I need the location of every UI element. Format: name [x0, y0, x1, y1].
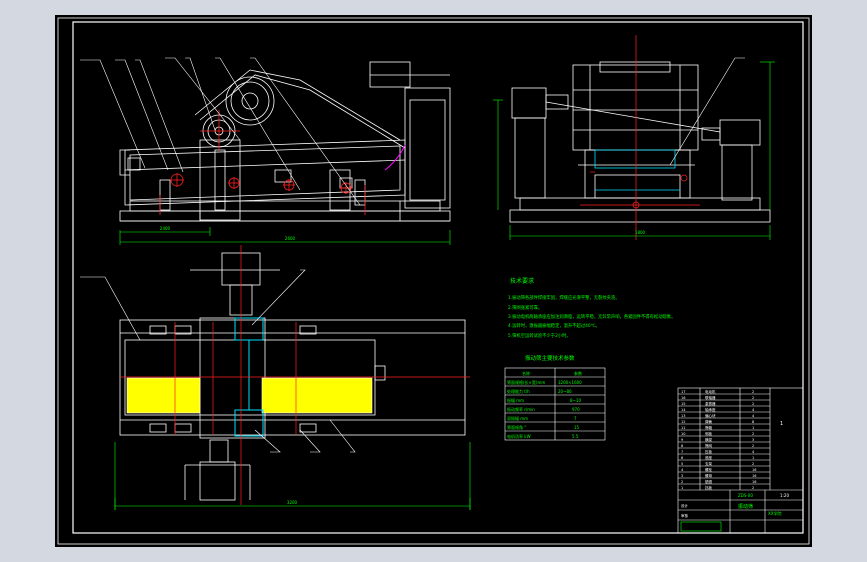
bom-qty: 2: [752, 462, 754, 466]
params-cell: 筛面规格(长×宽)mm: [507, 379, 545, 385]
bom-qty: 2: [752, 402, 754, 406]
front-view-base-dimension: 2400: [160, 226, 171, 231]
bom-no: 12: [681, 420, 685, 424]
bom-name: 弹簧: [705, 419, 713, 424]
bom-name: 联轴器: [705, 395, 716, 400]
params-cell: 双振幅 mm: [507, 415, 528, 421]
notes-item: 4.运转时，激振器振幅稳定，温升不超过40℃。: [508, 322, 600, 329]
bom-qty: 16: [752, 474, 756, 478]
params-cell: 8~10: [570, 398, 581, 403]
front-view-overall-dimension: 2600: [285, 236, 296, 241]
bom-qty: 2: [752, 486, 754, 490]
bom-name: 轴承座: [705, 407, 716, 412]
title-block-school: XX学院: [768, 510, 781, 516]
title-block-sheet-no: 1: [780, 421, 783, 427]
drawing-canvas[interactable]: 2600 2400 1800 3200 技术要求 1.振动筛各部件焊接牢固，焊缝…: [0, 0, 867, 562]
bom-qty: 1: [752, 426, 754, 430]
bom-name: 底座: [705, 455, 713, 460]
bom-name: 侧板: [705, 431, 713, 436]
params-cell: 5.5: [572, 434, 579, 439]
bom-no: 2: [681, 480, 683, 484]
cad-viewport[interactable]: 2600 2400 1800 3200 技术要求 1.振动筛各部件焊接牢固，焊缝…: [0, 0, 867, 562]
title-block-check-label: 审核: [681, 513, 689, 518]
notes-item: 3.振动电机两轴承座应加注润滑脂，运转平稳，无异常声响，各紧固件不得有松动现象。: [508, 313, 675, 320]
bom-name: 挡板: [705, 485, 713, 490]
title-block-scale: 1:20: [780, 493, 789, 498]
bom-name: 垫圈: [705, 479, 713, 484]
bom-qty: 2: [752, 390, 754, 394]
bom-no: 13: [681, 414, 685, 418]
params-cell: 筛面倾角 °: [507, 424, 526, 430]
notes-item: 5.筛机空运转试验不少于2小时。: [508, 332, 571, 339]
params-cell: 电机功率 kW: [507, 433, 531, 439]
params-cell: 970: [572, 407, 580, 412]
bom-no: 11: [681, 426, 685, 430]
bom-no: 6: [681, 456, 683, 460]
bom-name: 螺栓: [705, 467, 713, 472]
bom-no: 8: [681, 444, 683, 448]
bom-name: 横梁: [705, 437, 713, 442]
params-header-name: 名称: [522, 370, 530, 376]
title-block-drawing-no: ZDS-00: [738, 493, 753, 498]
bom-qty: 3: [752, 438, 754, 442]
params-table-title: 振动筛主要技术参数: [525, 354, 575, 362]
bom-no: 15: [681, 402, 685, 406]
bom-qty: 2: [752, 432, 754, 436]
bom-no: 16: [681, 396, 685, 400]
top-view-length-dimension: 3200: [287, 500, 298, 505]
bom-name: 支架: [705, 461, 713, 466]
notes-title: 技术要求: [510, 277, 534, 285]
title-block-drawing-name: 振动筛: [738, 503, 753, 510]
bom-qty: 16: [752, 468, 756, 472]
bom-no: 9: [681, 438, 683, 442]
bom-no: 14: [681, 408, 686, 412]
bom-no: 5: [681, 462, 683, 466]
bom-name: 筛网: [705, 443, 713, 448]
params-cell: 3200×1600: [558, 380, 582, 385]
bom-name: 电动机: [705, 389, 716, 394]
bom-no: 10: [681, 432, 685, 436]
bom-name: 压板: [705, 449, 713, 454]
params-cell: 处理能力 t/h: [507, 388, 530, 394]
bom-no: 17: [681, 390, 685, 394]
bom-name: 激振器: [705, 401, 716, 406]
side-view-width-dimension: 1800: [635, 230, 646, 235]
drawing-sheet: [55, 15, 812, 547]
bom-no: 3: [681, 474, 683, 478]
bom-name: 偏心块: [705, 413, 716, 418]
bom-name: 筛箱: [705, 425, 713, 430]
params-cell: 振动频率 r/min: [507, 406, 535, 412]
bom-no: 1: [681, 486, 683, 490]
bom-qty: 2: [752, 396, 754, 400]
params-cell: 15: [574, 425, 580, 430]
title-block-design-label: 设计: [681, 503, 689, 508]
params-header-value: 参数: [574, 370, 582, 376]
notes-item: 1.振动筛各部件焊接牢固，焊缝应光滑平整，无裂纹夹渣。: [508, 294, 620, 301]
params-cell: 20~80: [558, 389, 572, 394]
bom-no: 7: [681, 450, 683, 454]
bom-qty: 16: [752, 480, 756, 484]
bom-qty: 8: [752, 420, 754, 424]
bom-qty: 2: [752, 444, 754, 448]
bom-name: 螺母: [705, 473, 713, 478]
params-cell: 振幅 mm: [507, 397, 524, 403]
bom-qty: 1: [752, 456, 754, 460]
notes-item: 2.筛网张紧可靠。: [508, 304, 542, 311]
